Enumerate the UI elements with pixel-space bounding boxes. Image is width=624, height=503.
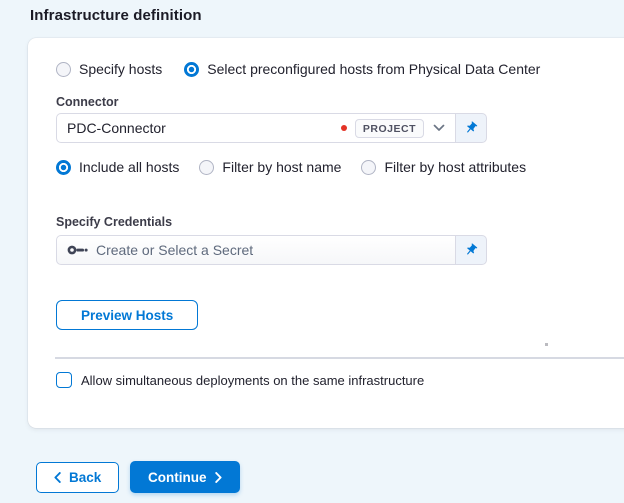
radio-filter-by-host-attributes[interactable]: Filter by host attributes — [361, 159, 526, 175]
radio-label: Filter by host attributes — [384, 159, 527, 175]
chevron-down-icon[interactable] — [432, 124, 446, 132]
pin-icon — [461, 240, 481, 260]
specify-credentials-label: Specify Credentials — [56, 215, 173, 229]
pin-icon — [461, 118, 481, 138]
connector-value: PDC-Connector — [67, 120, 166, 136]
radio-circle-icon[interactable] — [184, 61, 200, 77]
radio-filter-by-host-name[interactable]: Filter by host name — [199, 159, 341, 175]
checkbox-label: Allow simultaneous deployments on the sa… — [81, 372, 425, 388]
credentials-input-group: Create or Select a Secret — [56, 235, 487, 265]
radio-circle-icon[interactable] — [56, 159, 71, 175]
radio-circle-icon[interactable] — [361, 159, 377, 175]
radio-include-all-hosts[interactable]: Include all hosts — [56, 159, 179, 175]
radio-label: Select preconfigured hosts from Physical… — [207, 61, 541, 77]
credentials-runtime-input-button[interactable] — [456, 235, 487, 265]
infrastructure-definition-card: Specify hosts Select preconfigured hosts… — [28, 38, 624, 428]
back-button[interactable]: Back — [36, 462, 120, 493]
radio-circle-icon[interactable] — [199, 159, 215, 175]
radio-circle-icon[interactable] — [56, 61, 71, 77]
divider — [55, 357, 624, 359]
continue-button[interactable]: Continue — [130, 461, 240, 493]
page-title: Infrastructure definition — [30, 7, 202, 24]
connector-label: Connector — [56, 95, 119, 109]
radio-specify-hosts[interactable]: Specify hosts — [56, 61, 162, 77]
dot-artifact — [545, 343, 548, 346]
chevron-left-icon — [54, 472, 61, 483]
connector-field[interactable]: PDC-Connector PROJECT — [56, 113, 456, 143]
connector-input-group: PDC-Connector PROJECT — [56, 113, 487, 143]
secret-placeholder: Create or Select a Secret — [96, 242, 254, 258]
back-button-label: Back — [69, 470, 102, 485]
host-selection-radio-group: Specify hosts Select preconfigured hosts… — [56, 61, 540, 77]
checkbox[interactable] — [56, 372, 72, 388]
chevron-right-icon — [214, 471, 222, 483]
radio-label: Include all hosts — [79, 159, 180, 175]
key-icon — [67, 244, 88, 256]
connector-runtime-input-button[interactable] — [456, 113, 487, 143]
radio-label: Specify hosts — [79, 61, 163, 77]
host-filter-radio-group: Include all hosts Filter by host name Fi… — [56, 159, 526, 175]
required-dot-icon — [340, 125, 347, 131]
radio-label: Filter by host name — [222, 159, 342, 175]
preview-hosts-button[interactable]: Preview Hosts — [56, 300, 199, 330]
scope-badge: PROJECT — [354, 118, 424, 138]
create-or-select-secret-field[interactable]: Create or Select a Secret — [56, 235, 456, 265]
simultaneous-deployments-option[interactable]: Allow simultaneous deployments on the sa… — [56, 372, 424, 388]
radio-select-preconfigured-hosts[interactable]: Select preconfigured hosts from Physical… — [184, 61, 540, 77]
continue-button-label: Continue — [148, 469, 207, 485]
